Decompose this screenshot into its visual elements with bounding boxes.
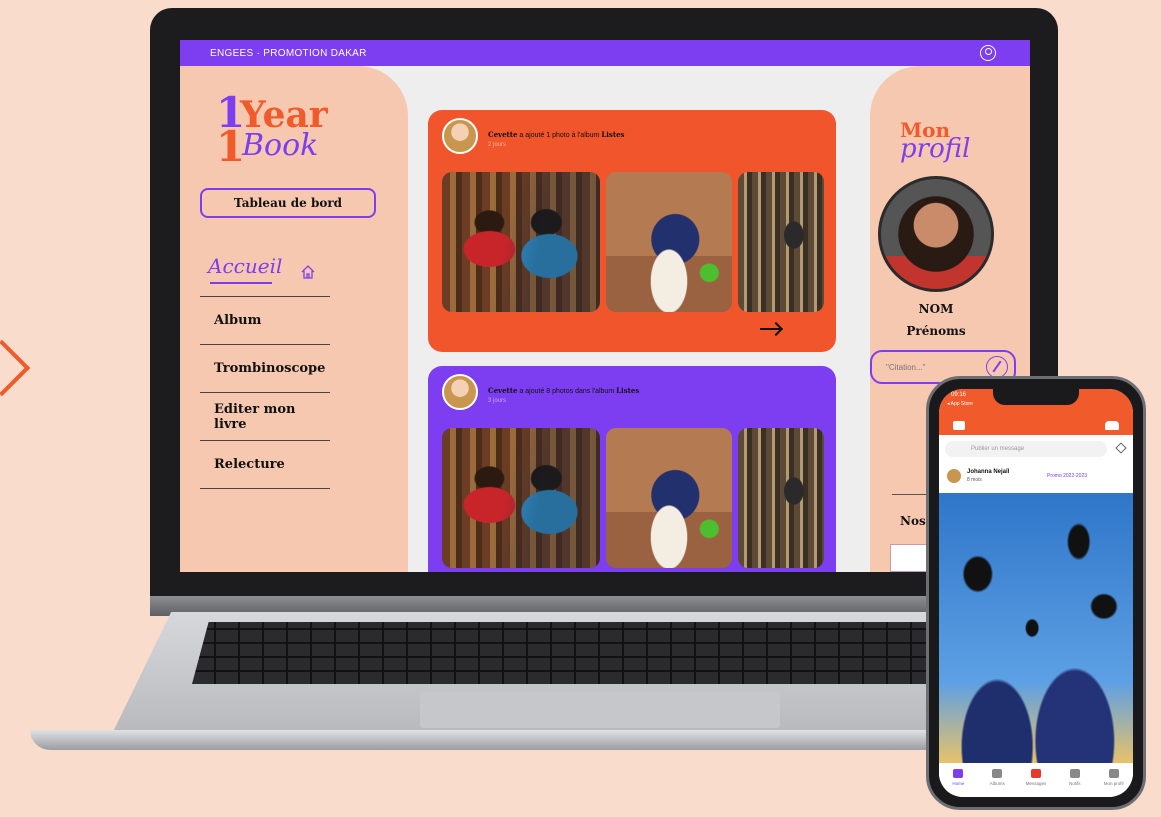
laptop-trackpad bbox=[420, 692, 780, 728]
sidebar-item-relecture[interactable]: Relecture bbox=[200, 440, 330, 488]
graduation-photo[interactable] bbox=[939, 493, 1133, 763]
phone-back-link[interactable]: ◂ App Store bbox=[947, 401, 973, 407]
post-photo[interactable] bbox=[606, 428, 732, 568]
post-action: a ajouté 1 photo à l'album bbox=[519, 132, 600, 139]
post-action: a ajouté 8 photos dans l'album bbox=[519, 388, 615, 395]
post-message-input[interactable]: Publier un message bbox=[945, 441, 1107, 457]
sidebar-item-editer-mon-livre[interactable]: Editer mon livre bbox=[200, 392, 330, 440]
edit-pencil-icon[interactable] bbox=[986, 356, 1008, 378]
post-photo[interactable] bbox=[738, 172, 824, 312]
group-icon[interactable] bbox=[1105, 421, 1119, 430]
home-icon bbox=[953, 769, 964, 778]
phone-tab-bar: Home Albums Messages Notifs Mon profil bbox=[939, 765, 1133, 797]
profile-avatar[interactable] bbox=[878, 176, 994, 292]
dashboard-button[interactable]: Tableau de bord bbox=[200, 188, 376, 218]
promo-badge: Promo 2022-2023 bbox=[1047, 473, 1088, 479]
post-author[interactable]: Cevette bbox=[488, 386, 517, 395]
post-photo[interactable] bbox=[738, 428, 824, 568]
bell-icon bbox=[1069, 769, 1080, 778]
top-bar: ENGEES · PROMOTION DAKAR bbox=[180, 40, 1030, 66]
tab-notifs[interactable]: Notifs bbox=[1055, 765, 1094, 797]
post-album-link[interactable]: Listes bbox=[601, 130, 624, 139]
tab-profile[interactable]: Mon profil bbox=[1094, 765, 1133, 797]
home-underline bbox=[210, 282, 272, 284]
profile-name: NOM Prénoms bbox=[870, 298, 1002, 342]
sidebar-nav: Album Trombinoscope Editer mon livre Rel… bbox=[200, 296, 330, 489]
user-account-icon[interactable] bbox=[980, 45, 996, 61]
tab-label: Notifs bbox=[1069, 781, 1081, 786]
left-sidebar: 1 1 Year Book Tableau de bord Accueil Al… bbox=[180, 66, 408, 572]
app-title: ENGEES · PROMOTION DAKAR bbox=[210, 47, 367, 59]
nav-divider bbox=[200, 488, 330, 489]
tab-albums[interactable]: Albums bbox=[978, 765, 1017, 797]
avatar[interactable] bbox=[442, 118, 478, 154]
year-book-logo: 1 1 Year Book bbox=[216, 92, 328, 168]
feed-post: Cevette a ajouté 1 photo à l'album Liste… bbox=[428, 110, 836, 352]
avatar[interactable] bbox=[442, 374, 478, 410]
post-time: 8 mois bbox=[967, 477, 982, 483]
logo-word-book: Book bbox=[242, 128, 319, 163]
profile-last-name: NOM bbox=[918, 302, 954, 316]
feed-post: Cevette a ajouté 8 photos dans l'album L… bbox=[428, 366, 836, 572]
message-icon bbox=[1030, 769, 1041, 778]
phone-screen: 09:16 ◂ App Store Publier un message Joh… bbox=[939, 389, 1133, 797]
post-photo[interactable] bbox=[442, 428, 600, 568]
laptop-keyboard bbox=[192, 622, 1022, 684]
post-photo[interactable] bbox=[606, 172, 732, 312]
home-link[interactable]: Accueil bbox=[208, 254, 282, 278]
home-icon[interactable] bbox=[300, 264, 316, 280]
post-album-link[interactable]: Listes bbox=[616, 386, 639, 395]
tab-messages[interactable]: Messages bbox=[1017, 765, 1056, 797]
tab-label: Albums bbox=[989, 781, 1005, 786]
send-icon[interactable] bbox=[1115, 442, 1127, 454]
camera-icon[interactable] bbox=[953, 421, 965, 430]
avatar[interactable] bbox=[947, 469, 961, 483]
tab-label: Home bbox=[952, 781, 965, 786]
phone-post-header: Johanna Nejaïl 8 mois Promo 2022-2023 bbox=[939, 467, 1133, 489]
tab-label: Mon profil bbox=[1103, 781, 1124, 786]
user-icon bbox=[1108, 769, 1119, 778]
laptop-screen: ENGEES · PROMOTION DAKAR 1 1 Year Book T… bbox=[180, 40, 1030, 572]
post-time: 2 jours bbox=[488, 142, 507, 148]
post-text: Cevette a ajouté 1 photo à l'album Liste… bbox=[488, 130, 624, 139]
chevron-left-icon bbox=[0, 339, 31, 397]
sidebar-item-album[interactable]: Album bbox=[200, 296, 330, 344]
post-author[interactable]: Cevette bbox=[488, 130, 517, 139]
section-title: Nos bbox=[900, 514, 926, 528]
sidebar-item-trombinoscope[interactable]: Trombinoscope bbox=[200, 344, 330, 392]
phone-notch bbox=[993, 389, 1079, 405]
post-time: 3 jours bbox=[488, 398, 507, 404]
phone: 09:16 ◂ App Store Publier un message Joh… bbox=[926, 376, 1146, 810]
post-author[interactable]: Johanna Nejaïl bbox=[967, 469, 1009, 475]
album-icon bbox=[992, 769, 1003, 778]
tab-home[interactable]: Home bbox=[939, 765, 978, 797]
profile-title-b: profil bbox=[900, 134, 971, 164]
arrow-right-icon[interactable] bbox=[760, 328, 780, 330]
post-photo[interactable] bbox=[442, 172, 600, 312]
tab-label: Messages bbox=[1025, 781, 1047, 786]
post-text: Cevette a ajouté 8 photos dans l'album L… bbox=[488, 386, 639, 395]
phone-time: 09:16 bbox=[951, 392, 967, 398]
profile-first-name: Prénoms bbox=[906, 324, 966, 338]
